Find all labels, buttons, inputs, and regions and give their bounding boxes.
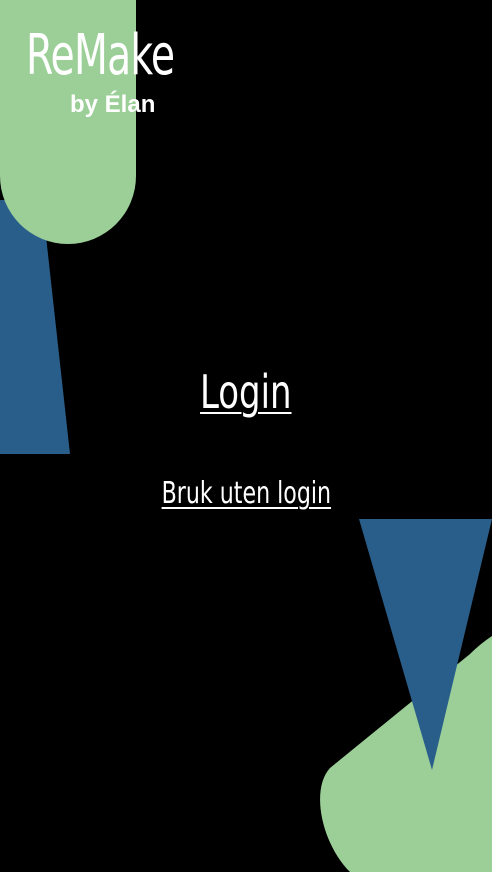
login-link[interactable]: Login (200, 362, 291, 422)
login-link-wrapper: Login (0, 362, 492, 422)
actions-area: Login Bruk uten login (0, 0, 492, 872)
guest-link-wrapper: Bruk uten login (0, 474, 492, 514)
use-without-login-link[interactable]: Bruk uten login (161, 474, 330, 514)
